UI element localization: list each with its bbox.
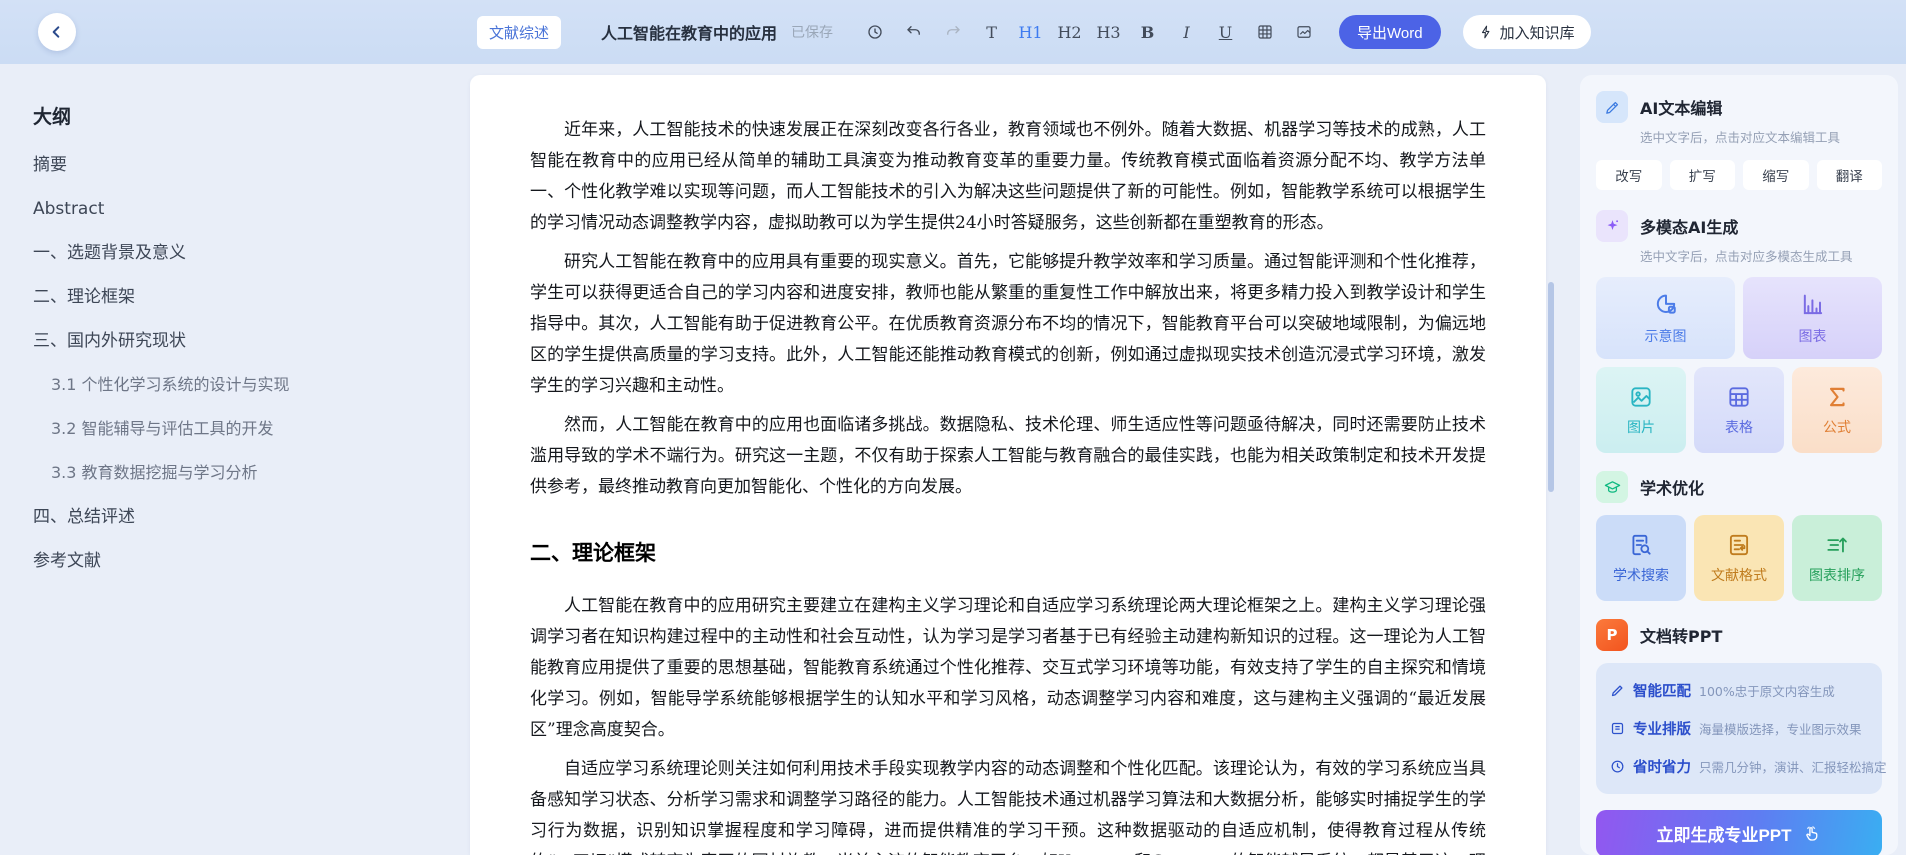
ppt-logo-icon: P [1596,619,1628,651]
pie-chart-icon [1652,291,1680,319]
outline-item-chapter1[interactable]: 一、选题背景及意义 [33,243,433,263]
sigma-icon [1824,384,1850,410]
outline-item-chapter3[interactable]: 三、国内外研究现状 [33,331,433,351]
chart-card[interactable]: 图表 [1743,277,1882,359]
table-grid-icon [1726,384,1752,410]
doc-format-icon [1726,532,1752,558]
outline-item-3-3[interactable]: 3.3 教育数据挖掘与学习分析 [33,463,433,483]
doc-search-icon [1628,532,1654,558]
section-title: AI文本编辑 [1640,99,1723,118]
underline-button[interactable]: U [1206,15,1245,49]
undo-icon[interactable] [894,15,933,49]
document-scrollbar[interactable] [1548,282,1554,492]
doc-paragraph[interactable]: 近年来，人工智能技术的快速发展正在深刻改变各行各业，教育领域也不例外。随着大数据… [530,115,1486,239]
expand-button[interactable]: 扩写 [1669,160,1735,190]
outline-item-references[interactable]: 参考文献 [33,551,433,571]
document-canvas[interactable]: 近年来，人工智能技术的快速发展正在深刻改变各行各业，教育领域也不例外。随着大数据… [470,75,1546,855]
lightning-icon [1479,24,1493,40]
layout-icon [1610,721,1625,736]
topbar: 文献综述 人工智能在教育中的应用 已保存 T H1 H2 H3 B I U 导出… [0,0,1906,64]
doc-paragraph[interactable]: 研究人工智能在教育中的应用具有重要的现实意义。首先，它能够提升教学效率和学习质量… [530,247,1486,402]
outline-item-3-1[interactable]: 3.1 个性化学习系统的设计与实现 [33,375,433,395]
doc-paragraph[interactable]: 自适应学习系统理论则关注如何利用技术手段实现教学内容的动态调整和个性化匹配。该理… [530,754,1486,855]
text-format-button[interactable]: T [972,15,1011,49]
translate-button[interactable]: 翻译 [1816,160,1882,190]
section-academic-header: 学术优化 [1596,471,1882,503]
outline-item-abstract-en[interactable]: Abstract [33,199,433,219]
redo-icon[interactable] [933,15,972,49]
insert-image-icon[interactable] [1284,15,1323,49]
italic-button[interactable]: I [1167,15,1206,49]
outline-title: 大纲 [33,106,72,128]
outline-item-abstract-cn[interactable]: 摘要 [33,155,433,175]
section-multimodal-header: 多模态AI生成 [1596,210,1882,242]
ppt-feature-row: 智能匹配 100%忠于原文内容生成 [1610,680,1868,701]
picture-card[interactable]: 图片 [1596,367,1686,453]
save-status: 已保存 [791,25,834,41]
section-subtitle: 选中文字后，点击对应多模态生成工具 [1640,249,1853,264]
section-title: 多模态AI生成 [1640,218,1739,237]
hand-pointer-icon [1802,824,1822,844]
pencil-icon [1596,91,1628,123]
bar-chart-icon [1799,291,1827,319]
section-title: 学术优化 [1640,479,1705,498]
doc-paragraph[interactable]: 人工智能在教育中的应用研究主要建立在建构主义学习理论和自适应学习系统理论两大理论… [530,591,1486,746]
heading1-button[interactable]: H1 [1011,15,1050,49]
heading3-button[interactable]: H3 [1089,15,1128,49]
outline-sidebar: 大纲 摘要 Abstract 一、选题背景及意义 二、理论框架 三、国内外研究现… [33,102,433,595]
section-subtitle: 选中文字后，点击对应文本编辑工具 [1640,130,1841,145]
graduation-cap-icon [1596,471,1628,503]
ppt-feature-row: 省时省力 只需几分钟，演讲、汇报轻松搞定 [1610,756,1887,777]
heading2-button[interactable]: H2 [1050,15,1089,49]
sort-icon [1824,532,1850,558]
ppt-features-card: 智能匹配 100%忠于原文内容生成 专业排版 海量模版选择，专业图示效果 省时省… [1596,663,1887,794]
academic-search-card[interactable]: 学术搜索 [1596,515,1686,601]
export-word-button[interactable]: 导出Word [1339,15,1441,49]
outline-item-chapter2[interactable]: 二、理论框架 [33,287,433,307]
bold-button[interactable]: B [1128,15,1167,49]
back-button[interactable] [38,13,76,51]
match-pencil-icon [1610,683,1625,698]
doc-title[interactable]: 人工智能在教育中的应用 [601,20,777,44]
ai-tools-panel: AI文本编辑 选中文字后，点击对应文本编辑工具 改写 扩写 缩写 翻译 多模态A… [1580,75,1898,855]
formula-card[interactable]: 公式 [1792,367,1882,453]
doc-type-badge[interactable]: 文献综述 [477,15,562,49]
outline-item-3-2[interactable]: 3.2 智能辅导与评估工具的开发 [33,419,433,439]
outline-item-chapter4[interactable]: 四、总结评述 [33,507,433,527]
condense-button[interactable]: 缩写 [1743,160,1809,190]
section-text-edit-header: AI文本编辑 [1596,91,1882,123]
chart-sort-card[interactable]: 图表排序 [1792,515,1882,601]
citation-format-card[interactable]: 文献格式 [1694,515,1784,601]
sparkle-icon [1596,210,1628,242]
generate-ppt-button[interactable]: 立即生成专业PPT [1596,810,1882,855]
chevron-left-icon [49,24,65,40]
history-icon[interactable] [855,15,894,49]
ppt-feature-row: 专业排版 海量模版选择，专业图示效果 [1610,718,1868,739]
doc-section-heading[interactable]: 二、理论框架 [530,537,1486,567]
rewrite-button[interactable]: 改写 [1596,160,1662,190]
table-icon[interactable] [1245,15,1284,49]
doc-paragraph[interactable]: 然而，人工智能在教育中的应用也面临诸多挑战。数据隐私、技术伦理、师生适应性等问题… [530,410,1486,503]
section-title: 文档转PPT [1640,627,1723,646]
add-knowledge-base-button[interactable]: 加入知识库 [1462,15,1591,49]
clock-icon [1610,759,1625,774]
image-icon [1628,384,1654,410]
table-card[interactable]: 表格 [1694,367,1784,453]
section-ppt-header: P 文档转PPT [1596,619,1882,651]
schematic-card[interactable]: 示意图 [1596,277,1735,359]
